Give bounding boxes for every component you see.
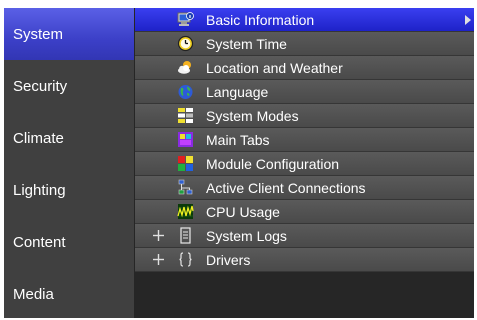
app-window: System Security Climate Lighting Content… <box>4 8 474 318</box>
computer-info-icon <box>177 12 194 26</box>
expand-plus-icon[interactable] <box>152 229 165 242</box>
sidebar-item-climate[interactable]: Climate <box>4 112 134 164</box>
network-clients-icon <box>178 179 193 195</box>
tree-item-label: Basic Information <box>206 12 315 28</box>
tree-item-label: CPU Usage <box>206 204 280 220</box>
sidebar-item-content[interactable]: Content <box>4 216 134 268</box>
braces-icon <box>179 252 192 267</box>
tree-item-label: Language <box>206 84 269 100</box>
chevron-right-icon <box>465 15 471 25</box>
tree-item-basic-information[interactable]: Basic Information <box>135 8 474 32</box>
sidebar-item-system[interactable]: System <box>4 8 134 60</box>
tree-item-label: System Time <box>206 36 287 52</box>
tree-item-label: Drivers <box>206 252 251 268</box>
tree-item-main-tabs[interactable]: Main Tabs <box>135 128 474 152</box>
sidebar-item-media[interactable]: Media <box>4 268 134 320</box>
sidebar-item-label: Security <box>13 77 68 95</box>
sidebar-item-label: Climate <box>13 129 64 147</box>
sidebar-item-security[interactable]: Security <box>4 60 134 112</box>
tabs-icon <box>178 132 193 147</box>
tree-item-active-client-connections[interactable]: Active Client Connections <box>135 176 474 200</box>
tree-item-label: System Modes <box>206 108 299 124</box>
sidebar: System Security Climate Lighting Content… <box>4 8 134 318</box>
tree-item-label: Active Client Connections <box>206 180 366 196</box>
module-grid-icon <box>178 156 193 171</box>
tree-item-label: Main Tabs <box>206 132 270 148</box>
sidebar-item-label: Lighting <box>13 181 66 199</box>
tree-item-label: System Logs <box>206 228 287 244</box>
cpu-graph-icon <box>177 204 194 219</box>
settings-tree: Basic Information System Time Location a… <box>135 8 474 276</box>
tree-item-system-modes[interactable]: System Modes <box>135 104 474 128</box>
tree-item-label: Location and Weather <box>206 60 343 76</box>
tree-item-system-time[interactable]: System Time <box>135 32 474 56</box>
sidebar-item-label: System <box>13 25 64 43</box>
sidebar-item-label: Media <box>13 285 54 303</box>
globe-icon <box>178 85 193 99</box>
expand-plus-icon[interactable] <box>152 253 165 266</box>
tree-item-location-weather[interactable]: Location and Weather <box>135 56 474 80</box>
sidebar-item-label: Content <box>13 233 66 251</box>
tree-item-language[interactable]: Language <box>135 80 474 104</box>
modes-icon <box>178 108 193 123</box>
tree-item-system-logs[interactable]: System Logs <box>135 224 474 248</box>
sidebar-item-lighting[interactable]: Lighting <box>4 164 134 216</box>
tree-item-cpu-usage[interactable]: CPU Usage <box>135 200 474 224</box>
log-document-icon <box>180 227 191 244</box>
tree-item-module-configuration[interactable]: Module Configuration <box>135 152 474 176</box>
weather-cloud-icon <box>178 61 191 74</box>
tree-item-label: Module Configuration <box>206 156 340 172</box>
tree-item-drivers[interactable]: Drivers <box>135 248 474 272</box>
clock-icon <box>177 35 194 52</box>
